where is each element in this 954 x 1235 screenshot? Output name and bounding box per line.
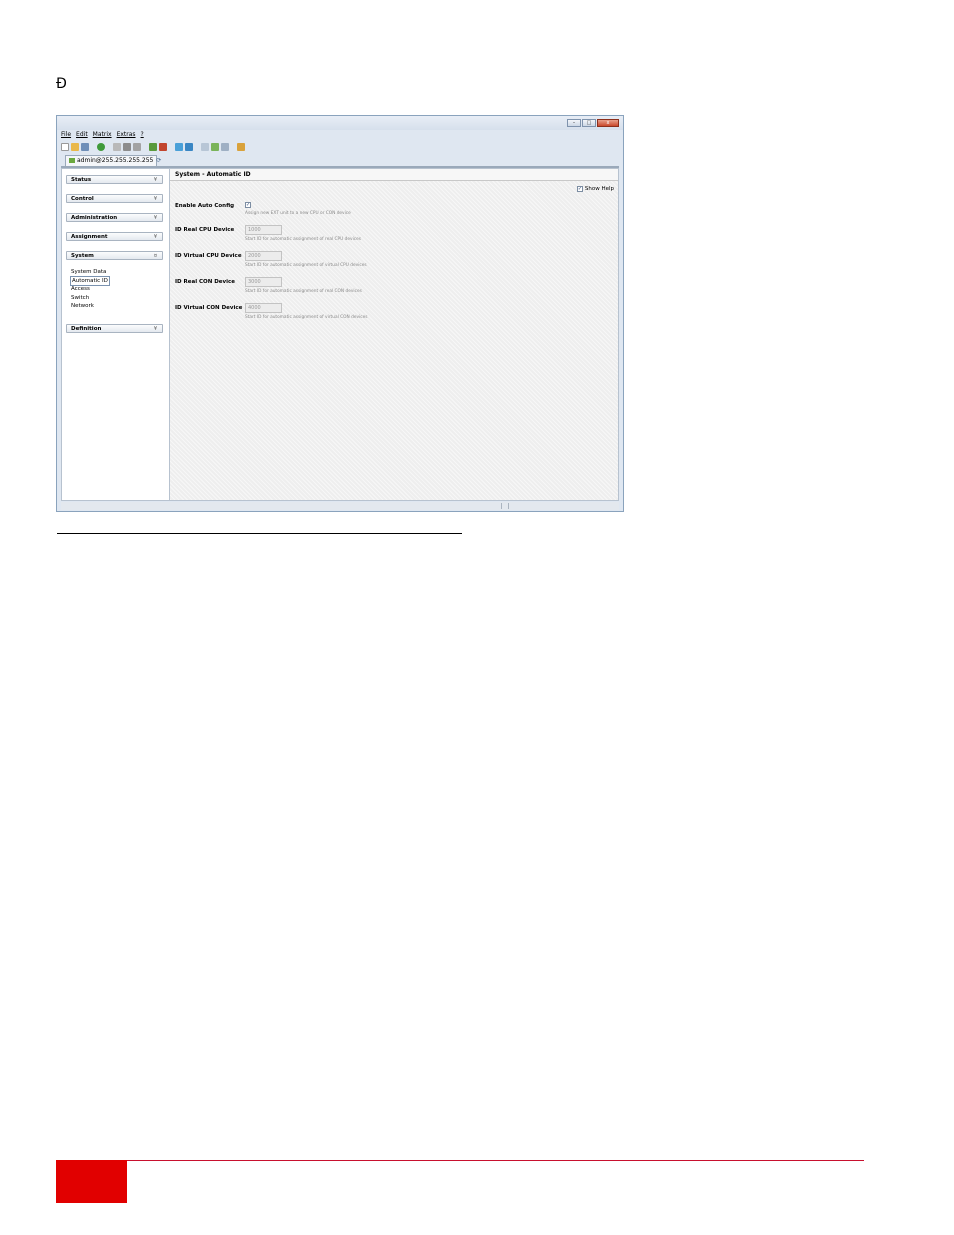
sidebar-section-system[interactable]: System ¤ <box>66 251 163 260</box>
print-icon[interactable] <box>221 142 229 151</box>
save-icon[interactable] <box>81 142 89 151</box>
sidebar-item-system-data[interactable]: System Data <box>71 268 109 277</box>
id-real-con-help: Start ID for automatic assignment of rea… <box>245 289 362 294</box>
tab-connection[interactable]: admin@255.255.255.255 ⟳ <box>65 155 161 166</box>
content-panel: System - Automatic ID ✓ Show Help Enable… <box>170 169 618 500</box>
close-button[interactable]: x <box>597 119 619 127</box>
footer-red-block <box>56 1160 127 1203</box>
caption-rule <box>57 533 462 534</box>
chevron-down-icon: ¥ <box>153 196 157 202</box>
sidebar-item-access[interactable]: Access <box>71 285 109 294</box>
sidebar-item-network[interactable]: Network <box>71 302 109 311</box>
upload-icon[interactable] <box>175 142 183 151</box>
id-virtual-cpu-input[interactable]: 2000 <box>245 251 282 261</box>
application-window: – □ x File Edit Matrix Extras ? admin@25… <box>56 115 624 512</box>
id-virtual-cpu-label: ID Virtual CPU Device <box>175 253 242 259</box>
system-submenu: System Data Automatic ID Access Switch N… <box>70 268 110 311</box>
menu-matrix[interactable]: Matrix <box>93 131 112 140</box>
show-help-toggle[interactable]: ✓ Show Help <box>576 186 614 192</box>
sidebar-section-status[interactable]: Status ¥ <box>66 175 163 184</box>
enable-auto-config-help: Assign new EXT unit to a new CPU or CON … <box>245 211 351 216</box>
sidebar-section-definition[interactable]: Definition ¥ <box>66 324 163 333</box>
page-title: System - Automatic ID <box>170 169 618 181</box>
chevron-down-icon: ¥ <box>153 326 157 332</box>
menu-extras[interactable]: Extras <box>117 131 136 140</box>
new-icon[interactable] <box>61 142 69 151</box>
refresh-icon[interactable]: ⟳ <box>156 156 161 166</box>
id-real-con-input[interactable]: 3000 <box>245 277 282 287</box>
id-virtual-cpu-help: Start ID for automatic assignment of vir… <box>245 263 367 268</box>
sidebar-section-control[interactable]: Control ¥ <box>66 194 163 203</box>
document-icon[interactable] <box>201 142 209 151</box>
open-icon[interactable] <box>71 142 79 151</box>
menu-edit[interactable]: Edit <box>76 131 88 140</box>
sidebar-item-automatic-id[interactable]: Automatic ID <box>70 275 110 287</box>
status-bar <box>61 502 619 510</box>
id-real-cpu-label: ID Real CPU Device <box>175 227 235 233</box>
refresh-icon[interactable] <box>97 142 105 151</box>
id-virtual-con-help: Start ID for automatic assignment of vir… <box>245 315 368 320</box>
enable-auto-config-checkbox[interactable]: ✓ <box>245 202 251 208</box>
enable-auto-config-label: Enable Auto Config <box>175 203 235 209</box>
tab-label: admin@255.255.255.255 <box>77 157 154 164</box>
chevron-down-icon: ¥ <box>153 177 157 183</box>
chevron-down-icon: ¥ <box>153 234 157 240</box>
arrow-bullet-icon: Ð <box>56 76 67 92</box>
paste-icon[interactable] <box>133 142 141 151</box>
show-help-label: Show Help <box>584 186 614 192</box>
connection-icon <box>69 158 75 163</box>
toolbar <box>61 141 245 152</box>
menu-help[interactable]: ? <box>141 131 144 140</box>
sidebar-item-switch[interactable]: Switch <box>71 294 109 303</box>
id-virtual-con-input[interactable]: 4000 <box>245 303 282 313</box>
id-real-cpu-help: Start ID for automatic assignment of rea… <box>245 237 362 242</box>
connect-icon[interactable] <box>149 142 157 151</box>
book-icon[interactable] <box>237 142 245 151</box>
chevron-down-icon: ¥ <box>153 215 157 221</box>
window-titlebar: – □ x <box>57 116 623 130</box>
disconnect-icon[interactable] <box>159 142 167 151</box>
sidebar-section-administration[interactable]: Administration ¥ <box>66 213 163 222</box>
menu-bar: File Edit Matrix Extras ? <box>61 131 144 140</box>
minimize-button[interactable]: – <box>567 119 581 127</box>
export-icon[interactable] <box>211 142 219 151</box>
id-real-con-label: ID Real CON Device <box>175 279 235 285</box>
delete-icon[interactable] <box>113 142 121 151</box>
checkbox-checked-icon[interactable]: ✓ <box>576 186 583 192</box>
download-icon[interactable] <box>185 142 193 151</box>
sidebar: Status ¥ Control ¥ Administration ¥ Assignm… <box>62 169 170 500</box>
id-real-cpu-input[interactable]: 1000 <box>245 225 282 235</box>
main-area: Status ¥ Control ¥ Administration ¥ Assignm… <box>61 168 619 501</box>
menu-file[interactable]: File <box>61 131 71 140</box>
footer-line <box>126 1160 864 1161</box>
id-virtual-con-label: ID Virtual CON Device <box>175 305 243 311</box>
copy-icon[interactable] <box>123 142 131 151</box>
maximize-button[interactable]: □ <box>582 119 596 127</box>
chevron-up-icon: ¤ <box>153 253 157 259</box>
sidebar-section-assignment[interactable]: Assignment ¥ <box>66 232 163 241</box>
